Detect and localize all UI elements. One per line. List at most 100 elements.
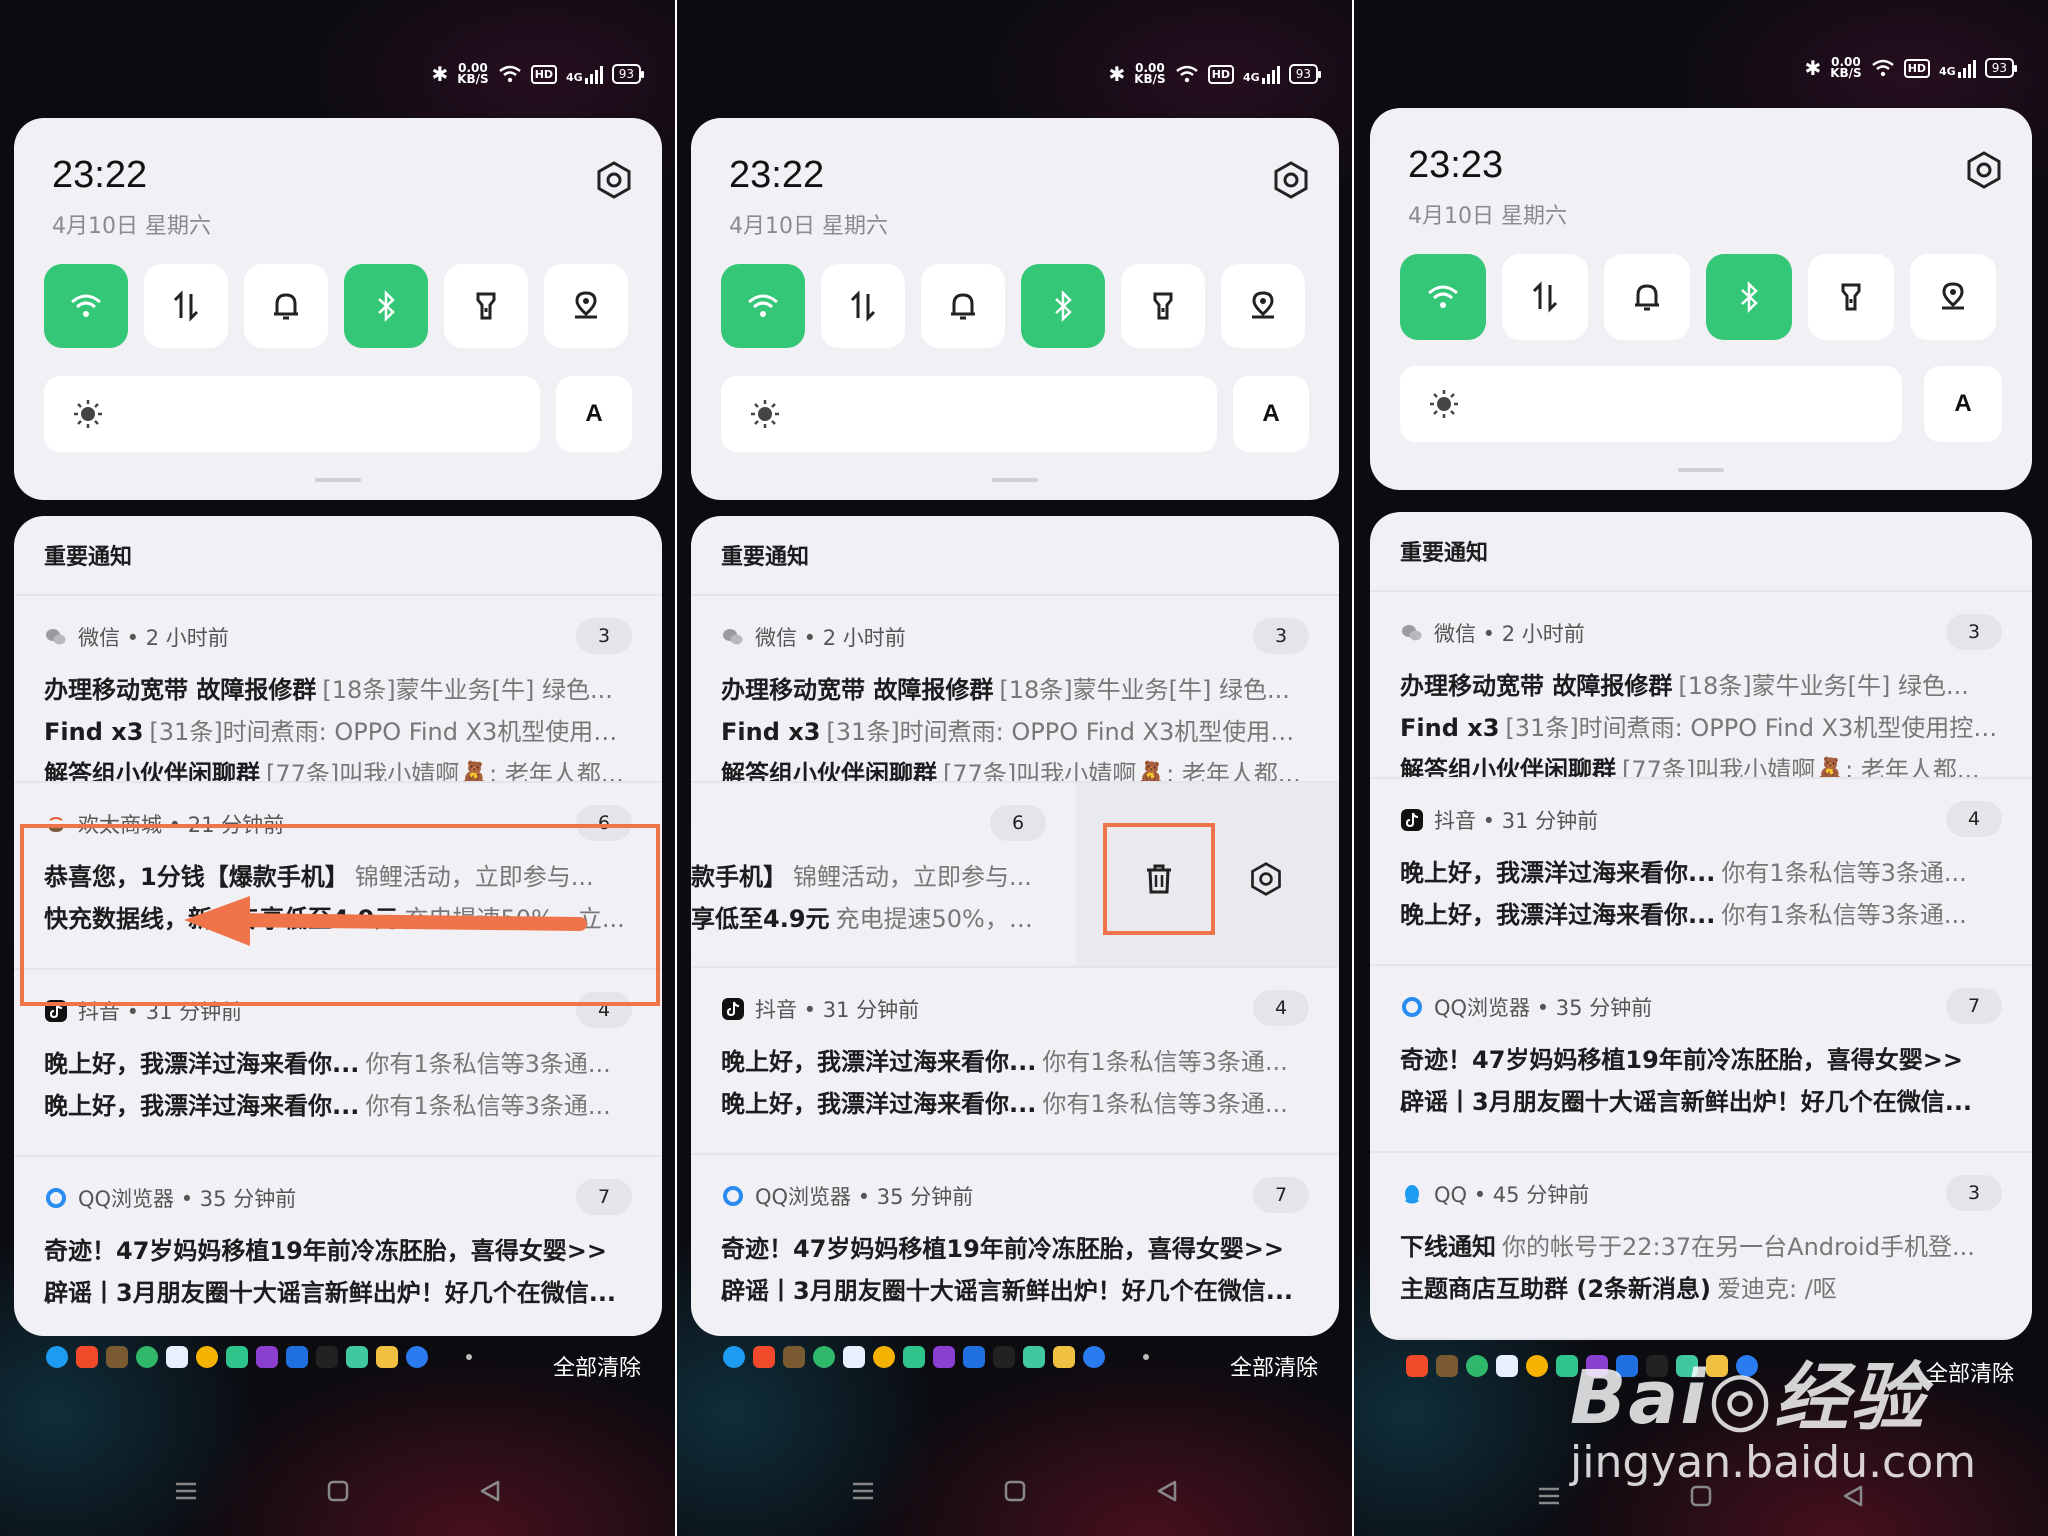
location-icon (1942, 282, 1964, 310)
game-icon (1436, 1355, 1458, 1377)
app-name-time: 微信 • 2 小时前 (1434, 622, 1585, 646)
count-badge[interactable]: 4 (1253, 990, 1309, 1026)
bluetooth-status-icon: ✱ (1108, 62, 1126, 86)
home-icon[interactable] (322, 1475, 354, 1507)
clear-all-button[interactable]: 全部清除 (553, 1350, 641, 1382)
ting-icon (76, 1346, 98, 1368)
wifi-tile[interactable] (721, 264, 805, 348)
video-icon (843, 1346, 865, 1368)
settings-gear-icon[interactable] (1271, 160, 1311, 200)
notification-group-wechat[interactable]: 微信 • 2 小时前 3 办理移动宽带 故障报修群 [18条]蒙牛业务[牛] 绿色… (691, 596, 1339, 783)
location-tile[interactable] (544, 264, 628, 348)
count-badge[interactable]: 3 (1946, 1175, 2002, 1211)
notification-group-douyin[interactable]: 抖音 • 31 分钟前 4 晚上好，我漂洋过海来看你... 你有1条私信等3条通.… (1370, 779, 2032, 966)
count-badge[interactable]: 6 (990, 805, 1046, 841)
battery-icon: 93 (1984, 58, 2018, 78)
clock: 23:22 (52, 154, 148, 196)
notifications-header: 重要通知 (14, 516, 662, 596)
back-icon[interactable] (474, 1475, 506, 1507)
bluetooth-tile[interactable] (1021, 264, 1105, 348)
notification-group-wechat[interactable]: 微信 • 2 小时前 3 办理移动宽带 故障报修群 [18条]蒙牛业务[牛] 绿色… (1370, 592, 2032, 779)
network-speed: 0.00 KB/S (1134, 61, 1166, 86)
notification-settings-button[interactable] (1226, 839, 1306, 919)
notification-line: 办理移动宽带 故障报修群 [18条]蒙牛业务[牛] 绿色... (1400, 672, 1969, 700)
hd-voice-icon: HD (1903, 58, 1931, 78)
wallet-icon (1053, 1346, 1075, 1368)
auto-brightness-button[interactable]: A (1233, 376, 1309, 452)
notification-line: 晚上好，我漂洋过海来看你... 你有1条私信等3条通... (1400, 859, 1967, 887)
notification-group-douyin[interactable]: 抖音 • 31 分钟前 4 晚上好，我漂洋过海来看你... 你有1条私信等3条通.… (691, 968, 1339, 1155)
auto-brightness-button[interactable]: A (556, 376, 632, 452)
ting-icon (1406, 1355, 1428, 1377)
notification-group-qq[interactable]: QQ • 45 分钟前 3 下线通知 你的帐号于22:37在另一台Android手… (1370, 1153, 2032, 1340)
signal-icon: 4G (1939, 58, 1976, 78)
notification-group-qqbrowser[interactable]: QQ浏览器 • 35 分钟前 7 奇迹！47岁妈妈移植19年前冷冻胚胎，喜得女婴… (14, 1157, 662, 1336)
drag-handle[interactable] (992, 478, 1038, 482)
notification-app-icons (723, 1346, 1149, 1368)
bluetooth-icon (1055, 289, 1072, 323)
mobile-data-tile[interactable] (144, 264, 228, 348)
brightness-slider[interactable] (44, 376, 540, 452)
count-badge[interactable]: 7 (1253, 1177, 1309, 1213)
soul-icon (316, 1346, 338, 1368)
mobile-data-tile[interactable] (821, 264, 905, 348)
menu-icon[interactable] (1533, 1480, 1565, 1512)
clear-all-button[interactable]: 全部清除 (1230, 1350, 1318, 1382)
message-icon (903, 1346, 925, 1368)
flashlight-tile[interactable] (1808, 254, 1894, 340)
notification-group-qqbrowser[interactable]: QQ浏览器 • 35 分钟前 7 奇迹！47岁妈妈移植19年前冷冻胚胎，喜得女婴… (1370, 966, 2032, 1153)
qq-browser-icon (1400, 995, 1424, 1019)
drag-handle[interactable] (315, 478, 361, 482)
quick-settings-card: 23:22 4月10日 星期六 A (691, 118, 1339, 500)
settings-gear-icon[interactable] (1964, 150, 2004, 190)
auto-brightness-button[interactable]: A (1924, 366, 2002, 442)
app-name-time: 抖音 • 31 分钟前 (1434, 809, 1599, 833)
flashlight-tile[interactable] (444, 264, 528, 348)
count-badge[interactable]: 7 (1946, 988, 2002, 1024)
app-name-time: 微信 • 2 小时前 (755, 626, 906, 650)
notification-group-qqbrowser[interactable]: QQ浏览器 • 35 分钟前 7 奇迹！47岁妈妈移植19年前冷冻胚胎，喜得女婴… (691, 1155, 1339, 1336)
sound-tile[interactable] (244, 264, 328, 348)
qq-penguin-icon (1400, 1182, 1424, 1206)
video-icon (1496, 1355, 1518, 1377)
location-tile[interactable] (1910, 254, 1996, 340)
home-icon[interactable] (999, 1475, 1031, 1507)
wifi-icon (748, 294, 778, 317)
brightness-slider[interactable] (721, 376, 1217, 452)
notification-group-wechat[interactable]: 微信 • 2 小时前 3 办理移动宽带 故障报修群 [18条]蒙牛业务[牛] 绿色… (14, 596, 662, 783)
bluetooth-small-icon (286, 1346, 308, 1368)
menu-icon[interactable] (847, 1475, 879, 1507)
back-icon[interactable] (1151, 1475, 1183, 1507)
mobile-data-tile[interactable] (1502, 254, 1588, 340)
bell-icon (1635, 284, 1659, 311)
flashlight-tile[interactable] (1121, 264, 1205, 348)
count-badge[interactable]: 7 (576, 1179, 632, 1215)
clock: 23:23 (1408, 144, 1504, 186)
notification-line: 下线通知 你的帐号于22:37在另一台Android手机登... (1400, 1233, 1975, 1261)
settings-gear-icon (1251, 862, 1281, 896)
bell-icon (274, 293, 298, 320)
settings-gear-icon[interactable] (594, 160, 634, 200)
notification-group-huantai-swiped[interactable]: 6 款手机】 锦鲤活动，立即参与... 享低至4.9元 充电提速50%，立... (691, 783, 1339, 968)
count-badge[interactable]: 3 (1946, 614, 2002, 650)
sound-tile[interactable] (1604, 254, 1690, 340)
notifications-header: 重要通知 (1370, 512, 2032, 592)
player-icon (933, 1346, 955, 1368)
bluetooth-tile[interactable] (344, 264, 428, 348)
notification-line: 办理移动宽带 故障报修群 [18条]蒙牛业务[牛] 绿色... (721, 676, 1290, 704)
location-tile[interactable] (1221, 264, 1305, 348)
wifi-tile[interactable] (44, 264, 128, 348)
drag-handle[interactable] (1678, 468, 1724, 472)
count-badge[interactable]: 3 (576, 618, 632, 654)
message-icon (226, 1346, 248, 1368)
count-badge[interactable]: 3 (1253, 618, 1309, 654)
menu-icon[interactable] (170, 1475, 202, 1507)
swiped-notification-content[interactable]: 6 款手机】 锦鲤活动，立即参与... 享低至4.9元 充电提速50%，立... (691, 783, 1076, 966)
wifi-status-icon (1175, 65, 1198, 83)
wifi-tile[interactable] (1400, 254, 1486, 340)
count-badge[interactable]: 4 (1946, 801, 2002, 837)
bluetooth-tile[interactable] (1706, 254, 1792, 340)
sound-tile[interactable] (921, 264, 1005, 348)
brightness-slider[interactable] (1400, 366, 1902, 442)
delete-button[interactable] (1103, 823, 1215, 935)
